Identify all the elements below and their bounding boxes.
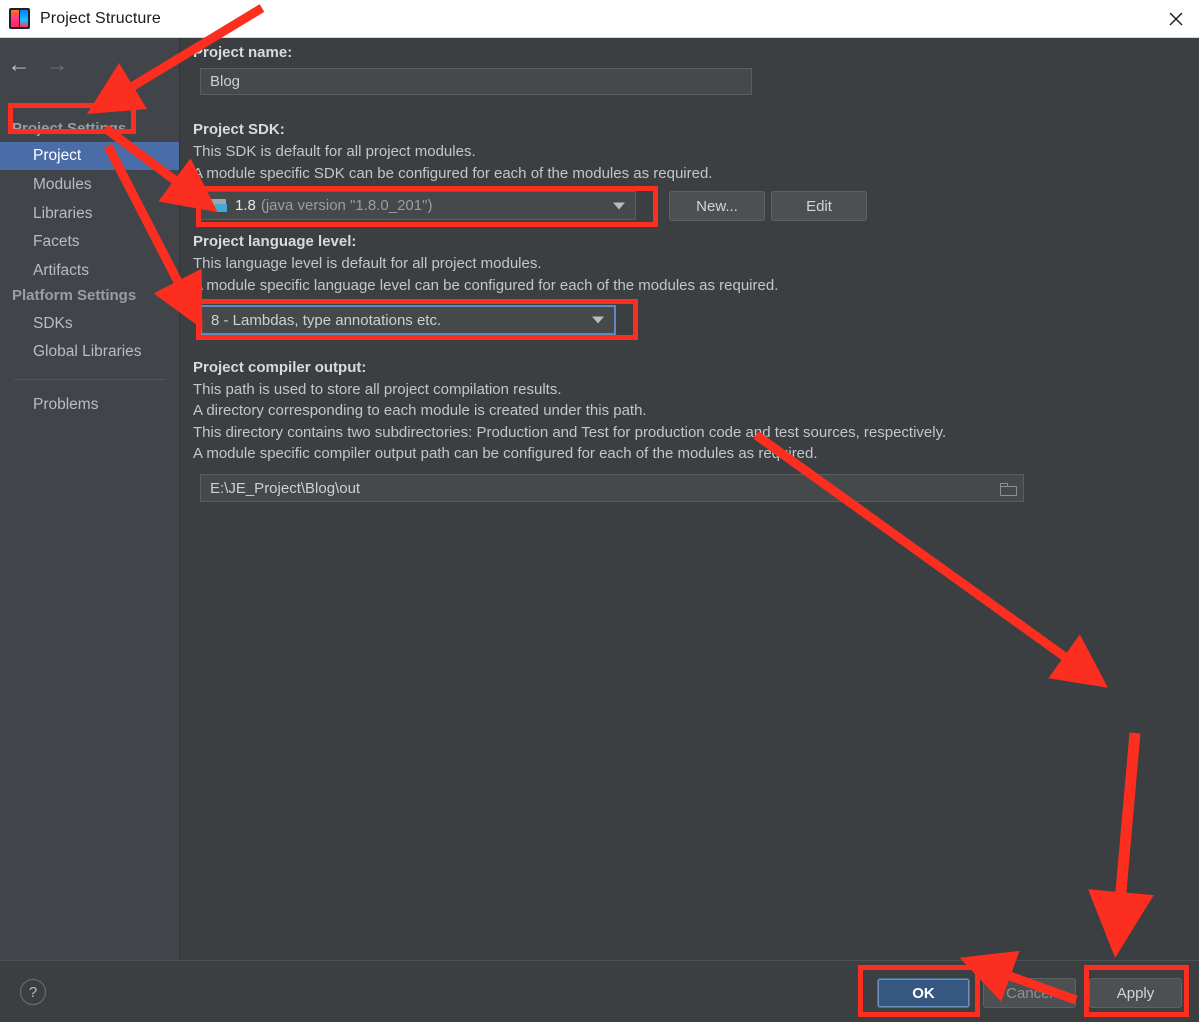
sidebar-item-modules[interactable]: Modules [0,171,179,199]
settings-sidebar: ← → Project Settings Project Modules Lib… [0,38,180,960]
arrow-right-icon[interactable]: → [38,49,76,79]
sidebar-group-project-settings: Project Settings [12,120,127,137]
apply-button[interactable]: Apply [1089,978,1182,1008]
project-sdk-value: 1.8 [235,197,256,214]
window-title: Project Structure [40,9,161,27]
navigation-arrows: ← → [0,48,180,80]
close-icon[interactable] [1153,0,1199,37]
sidebar-item-libraries[interactable]: Libraries [0,200,179,228]
project-structure-dialog: Project Structure ← → Project Settings P… [0,0,1199,1022]
compiler-output-desc-1: This path is used to store all project c… [193,381,562,398]
language-level-value: 8 - Lambdas, type annotations etc. [211,311,442,329]
sidebar-divider [14,379,166,380]
arrow-left-icon[interactable]: ← [0,49,38,79]
compiler-output-desc-3: This directory contains two subdirectori… [193,424,947,441]
sidebar-item-global-libraries[interactable]: Global Libraries [0,338,179,366]
project-sdk-desc-2: A module specific SDK can be configured … [193,165,713,182]
sidebar-item-project[interactable]: Project [0,142,179,170]
compiler-output-value: E:\JE_Project\Blog\out [210,479,361,497]
help-button-label: ? [28,983,38,1001]
edit-sdk-button-label: Edit [806,197,832,215]
help-icon[interactable]: ? [20,979,46,1005]
sidebar-item-artifacts[interactable]: Artifacts [0,257,179,285]
sidebar-item-facets[interactable]: Facets [0,228,179,256]
project-name-value: Blog [210,73,241,90]
sidebar-item-label: Libraries [33,205,93,222]
sdk-folder-icon [210,198,228,213]
project-settings-panel: Project name: Blog Project SDK: This SDK… [181,38,1199,960]
project-sdk-dropdown[interactable]: 1.8 (java version "1.8.0_201") [200,191,636,220]
chevron-down-icon [613,202,625,209]
folder-browse-icon[interactable] [994,476,1022,502]
apply-button-label: Apply [1116,984,1155,1002]
chevron-down-icon [592,316,604,324]
cancel-button[interactable]: Cancel [983,978,1076,1008]
language-level-desc-1: This language level is default for all p… [193,255,542,272]
compiler-output-input[interactable]: E:\JE_Project\Blog\out [200,474,1024,502]
project-sdk-label: Project SDK: [193,121,285,138]
sidebar-item-problems[interactable]: Problems [0,391,179,419]
sidebar-item-label: Facets [33,233,80,250]
compiler-output-label: Project compiler output: [193,359,367,376]
sidebar-item-label: Problems [33,396,99,413]
compiler-output-desc-2: A directory corresponding to each module… [193,402,647,419]
language-level-label: Project language level: [193,233,357,250]
project-sdk-desc-1: This SDK is default for all project modu… [193,143,476,160]
edit-sdk-button[interactable]: Edit [771,191,867,221]
new-sdk-button-label: New... [696,197,738,215]
sidebar-group-platform-settings: Platform Settings [12,287,137,304]
project-sdk-version: (java version "1.8.0_201") [260,197,433,214]
project-name-input[interactable]: Blog [200,68,752,95]
window-titlebar: Project Structure [0,0,1199,38]
sidebar-item-label: Project [33,147,82,164]
ok-button[interactable]: OK [877,978,970,1008]
language-level-dropdown[interactable]: 8 - Lambdas, type annotations etc. [200,305,616,335]
sidebar-item-label: Modules [33,176,92,193]
cancel-button-label: Cancel [1006,984,1053,1002]
sidebar-item-label: Global Libraries [33,343,142,360]
sidebar-item-sdks[interactable]: SDKs [0,310,179,338]
ok-button-label: OK [912,984,935,1002]
sidebar-item-label: SDKs [33,315,73,332]
language-level-desc-2: A module specific language level can be … [193,277,779,294]
intellij-idea-logo-icon [9,8,30,29]
compiler-output-desc-4: A module specific compiler output path c… [193,445,818,462]
new-sdk-button[interactable]: New... [669,191,765,221]
sidebar-item-label: Artifacts [33,262,89,279]
project-name-label: Project name: [193,44,293,61]
